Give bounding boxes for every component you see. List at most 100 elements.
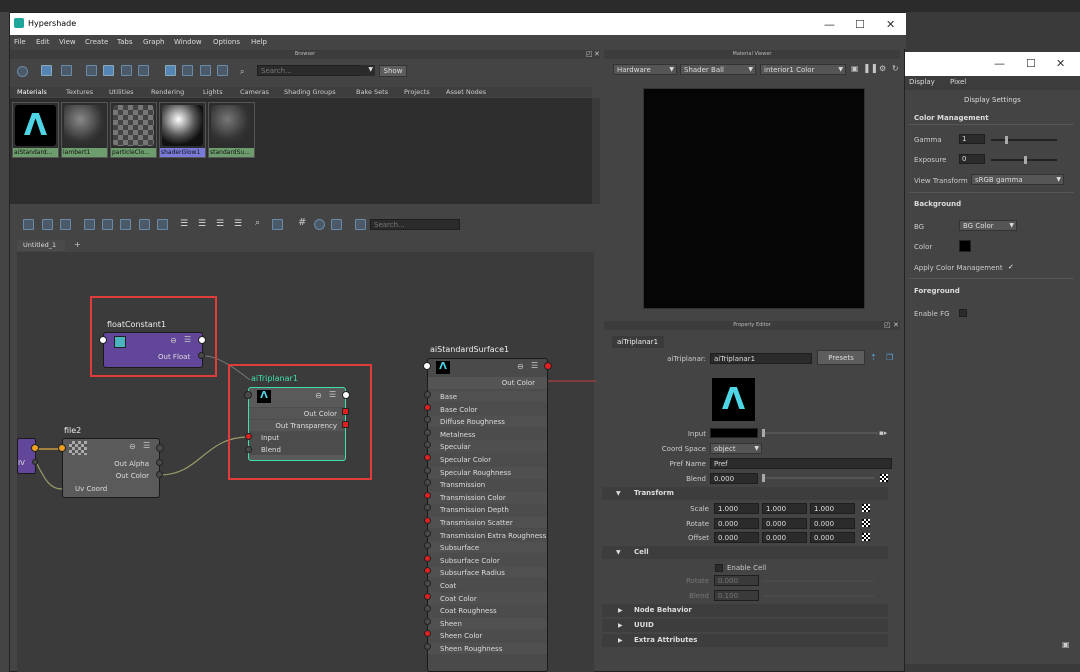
coord-space-dropdown[interactable]: object bbox=[710, 443, 762, 454]
node-name-input[interactable]: aiTriplanar1 bbox=[710, 353, 812, 364]
cell-section[interactable]: ▼ Cell bbox=[602, 546, 888, 559]
out-color-attr: Out Color bbox=[115, 472, 149, 480]
rotate-y-input[interactable]: 0.000 bbox=[762, 518, 807, 529]
environment-dropdown[interactable]: interior1 Color bbox=[760, 64, 846, 75]
out-transparency-attr: Out Transparency bbox=[249, 419, 345, 431]
surface-input-port[interactable] bbox=[424, 617, 431, 625]
file-node[interactable]: ⊖ ☰ Out Alpha Out Color Uv Coord bbox=[62, 438, 160, 498]
standard-surface-node[interactable]: Λ ⊖ ☰ Out Color Base Base Color Diffuse Ro… bbox=[427, 358, 548, 672]
node-behavior-section[interactable]: ▶ Node Behavior bbox=[602, 604, 888, 617]
transform-section[interactable]: ▼ Transform bbox=[602, 487, 888, 500]
out-color-port[interactable] bbox=[342, 408, 349, 415]
surface-input-port[interactable] bbox=[424, 454, 431, 461]
float-constant-node[interactable]: ⊖ ☰ Out Float bbox=[103, 332, 203, 368]
output-port[interactable] bbox=[31, 444, 39, 452]
pause-icon[interactable]: ❚❚ bbox=[863, 64, 878, 74]
reset-icon[interactable]: ↻ bbox=[892, 64, 899, 73]
material-preview-viewport[interactable] bbox=[643, 88, 865, 309]
input-port[interactable] bbox=[423, 362, 431, 370]
out-alpha-port[interactable] bbox=[156, 459, 163, 466]
scale-z-input[interactable]: 1.000 bbox=[810, 503, 855, 514]
surface-attr-row: Metalness bbox=[428, 427, 547, 440]
blend-input[interactable]: 0.000 bbox=[710, 473, 758, 484]
map-button-icon[interactable]: ▪▸ bbox=[879, 429, 887, 437]
map-checker-icon[interactable] bbox=[880, 474, 888, 482]
surface-input-port[interactable] bbox=[424, 554, 431, 562]
input-slider-knob[interactable] bbox=[762, 429, 765, 437]
panel-close-icon[interactable]: ✕ bbox=[893, 321, 899, 329]
output-port[interactable] bbox=[198, 336, 206, 344]
input-port[interactable] bbox=[245, 433, 252, 440]
surface-input-port[interactable] bbox=[424, 643, 431, 650]
shape-dropdown[interactable]: Shader Ball bbox=[680, 64, 756, 75]
surface-attr-row: Transmission Scatter bbox=[428, 516, 547, 528]
presets-button[interactable]: Presets bbox=[817, 350, 865, 365]
node-info-icon[interactable]: ⊖ bbox=[517, 362, 524, 371]
map-checker-icon[interactable] bbox=[862, 519, 870, 527]
input-port[interactable] bbox=[244, 391, 252, 399]
map-checker-icon[interactable] bbox=[862, 504, 870, 512]
surface-input-port[interactable] bbox=[424, 403, 431, 411]
offset-x-input[interactable]: 0.000 bbox=[714, 532, 759, 543]
scale-y-input[interactable]: 1.000 bbox=[762, 503, 807, 514]
renderer-dropdown[interactable]: Hardware bbox=[613, 64, 677, 75]
output-port[interactable] bbox=[342, 391, 350, 399]
snapshot-icon[interactable]: ▣ bbox=[851, 64, 859, 73]
enable-cell-checkbox[interactable] bbox=[715, 564, 723, 572]
surface-input-port[interactable] bbox=[424, 391, 431, 398]
scale-x-input[interactable]: 1.000 bbox=[714, 503, 759, 514]
blend-attr: Blend bbox=[249, 443, 345, 455]
surface-input-port[interactable] bbox=[424, 580, 431, 587]
out-alpha-attr: Out Alpha bbox=[114, 460, 149, 468]
surface-input-port[interactable] bbox=[424, 517, 431, 524]
node-menu-icon[interactable]: ☰ bbox=[329, 390, 336, 399]
pref-name-input[interactable]: Pref bbox=[710, 458, 892, 469]
out-float-port[interactable] bbox=[198, 352, 205, 359]
node-info-icon[interactable]: ⊖ bbox=[315, 391, 322, 400]
settings-icon[interactable]: ⚙ bbox=[879, 64, 886, 73]
extra-attributes-section[interactable]: ▶ Extra Attributes bbox=[602, 634, 888, 647]
expand-arrow-icon: ▶ bbox=[618, 607, 623, 614]
surface-input-port[interactable] bbox=[424, 491, 431, 499]
surface-input-port[interactable] bbox=[424, 529, 431, 537]
surface-input-port[interactable] bbox=[424, 466, 431, 474]
copy-tab-icon[interactable]: ❐ bbox=[886, 353, 893, 362]
panel-float-icon[interactable]: ◰ bbox=[884, 321, 891, 329]
arnold-logo-icon: Λ bbox=[257, 390, 271, 403]
map-checker-icon[interactable] bbox=[862, 533, 870, 541]
triplanar-node[interactable]: Λ ⊖ ☰ Out Color Out Transparency Input B… bbox=[248, 387, 346, 461]
tab-aitriplanar1[interactable]: aiTriplanar1 bbox=[612, 336, 664, 348]
output-port[interactable] bbox=[544, 362, 552, 370]
input-color-swatch[interactable] bbox=[710, 428, 758, 438]
cell-rotate-input[interactable]: 0.000 bbox=[714, 575, 759, 586]
node-menu-icon[interactable]: ☰ bbox=[531, 361, 538, 370]
node-menu-icon[interactable]: ☰ bbox=[184, 335, 191, 344]
node-menu-icon[interactable]: ☰ bbox=[143, 441, 150, 450]
node-info-icon[interactable]: ⊖ bbox=[129, 442, 136, 451]
out-color-port[interactable] bbox=[156, 471, 163, 478]
blend-slider-knob[interactable] bbox=[762, 474, 765, 482]
cell-blend-slider[interactable] bbox=[762, 595, 874, 597]
surface-input-port[interactable] bbox=[424, 428, 431, 436]
offset-y-input[interactable]: 0.000 bbox=[762, 532, 807, 543]
input-port[interactable] bbox=[99, 336, 107, 344]
node-info-icon[interactable]: ⊖ bbox=[170, 336, 177, 345]
input-attr: Input bbox=[249, 431, 345, 443]
out-transparency-port[interactable] bbox=[342, 421, 349, 428]
cell-blend-input[interactable]: 0.100 bbox=[714, 590, 759, 601]
rotate-x-input[interactable]: 0.000 bbox=[714, 518, 759, 529]
blend-slider[interactable] bbox=[762, 477, 874, 479]
focus-icon[interactable]: ⇡ bbox=[870, 353, 877, 362]
uuid-section[interactable]: ▶ UUID bbox=[602, 619, 888, 632]
output-port[interactable] bbox=[156, 444, 164, 452]
blend-label: Blend bbox=[686, 475, 706, 483]
rotate-z-input[interactable]: 0.000 bbox=[810, 518, 855, 529]
cell-rotate-slider[interactable] bbox=[762, 580, 874, 582]
input-slider[interactable] bbox=[762, 432, 878, 434]
surface-input-port[interactable] bbox=[424, 592, 431, 600]
offset-z-input[interactable]: 0.000 bbox=[810, 532, 855, 543]
surface-attr-row: Transmission Depth bbox=[428, 503, 547, 516]
output-port[interactable] bbox=[32, 459, 38, 465]
input-port[interactable] bbox=[58, 444, 66, 452]
blend-port[interactable] bbox=[245, 446, 252, 453]
